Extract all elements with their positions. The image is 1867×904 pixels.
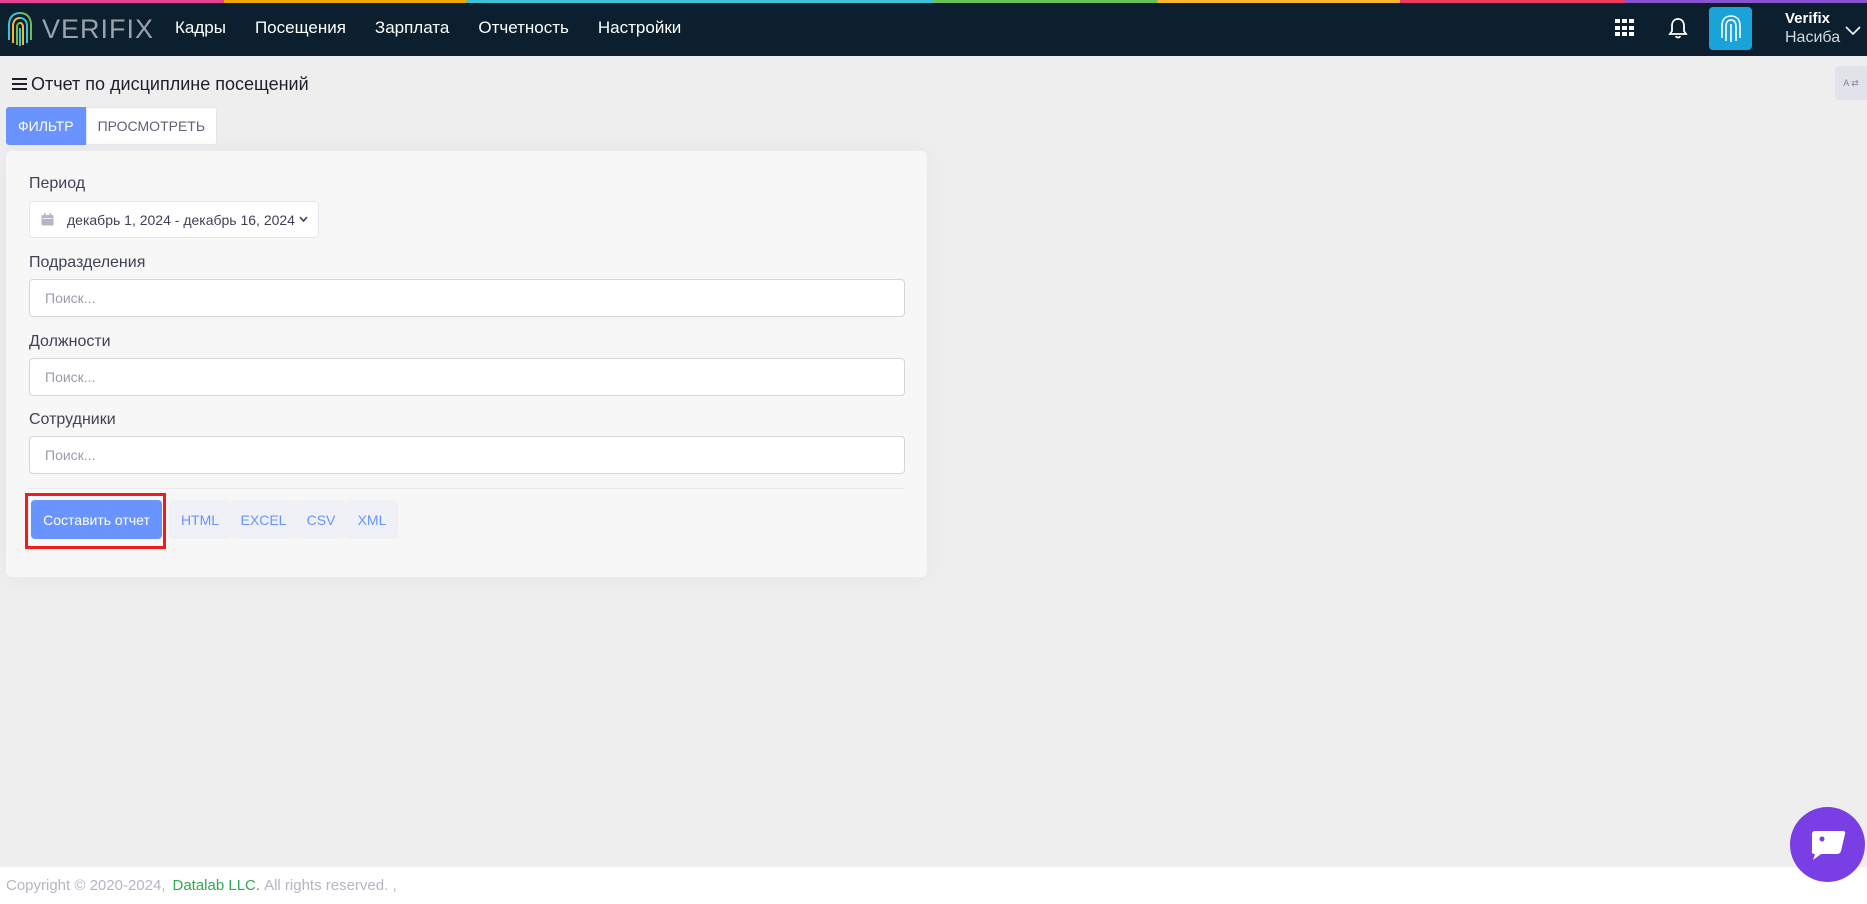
divisions-search-input[interactable] xyxy=(29,279,905,317)
footer: Copyright © 2020-2024, Datalab LLC. All … xyxy=(0,867,1867,904)
footer-copyright: Copyright © 2020-2024, xyxy=(6,877,166,894)
period-value: декабрь 1, 2024 - декабрь 16, 2024 xyxy=(67,211,295,228)
positions-search-input[interactable] xyxy=(29,358,905,396)
tab-filter[interactable]: ФИЛЬТР xyxy=(6,107,86,145)
user-company: Verifix xyxy=(1785,10,1831,27)
export-html-button[interactable]: HTML xyxy=(169,500,231,539)
fingerprint-logo-icon xyxy=(8,12,32,46)
top-navbar: VERIFIX Кадры Посещения Зарплата Отчетно… xyxy=(0,0,1867,56)
translate-tab[interactable]: A ⇄ xyxy=(1835,66,1867,100)
export-excel-button[interactable]: EXCEL xyxy=(231,500,296,539)
employees-search-input[interactable] xyxy=(29,436,905,474)
calendar-icon xyxy=(41,213,54,226)
nav-item-attendance[interactable]: Посещения xyxy=(255,18,346,38)
bell-icon[interactable] xyxy=(1668,17,1688,39)
footer-rights: All rights reserved. , xyxy=(264,877,397,894)
logo[interactable]: VERIFIX xyxy=(6,10,154,48)
main-nav: Кадры Посещения Зарплата Отчетность Наст… xyxy=(175,0,710,56)
user-menu[interactable]: Verifix Насиба xyxy=(1785,9,1840,48)
fingerprint-icon xyxy=(1720,14,1741,42)
user-name: Насиба xyxy=(1785,29,1841,46)
page-title: Отчет по дисциплине посещений xyxy=(31,73,309,94)
period-select[interactable]: декабрь 1, 2024 - декабрь 16, 2024 xyxy=(29,201,319,238)
menu-icon[interactable] xyxy=(12,78,27,90)
export-xml-button[interactable]: XML xyxy=(346,500,398,539)
chat-button[interactable] xyxy=(1790,807,1865,882)
nav-item-hr[interactable]: Кадры xyxy=(175,18,226,38)
apps-grid-icon[interactable] xyxy=(1615,19,1635,37)
chevron-down-icon xyxy=(299,216,308,223)
divisions-label: Подразделения xyxy=(29,254,146,271)
footer-company-link[interactable]: Datalab LLC. xyxy=(173,877,261,894)
nav-item-salary[interactable]: Зарплата xyxy=(375,18,449,38)
export-csv-button[interactable]: CSV xyxy=(296,500,346,539)
build-report-button[interactable]: Составить отчет xyxy=(31,500,162,539)
period-label: Период xyxy=(29,175,86,192)
logo-text: VERIFIX xyxy=(42,13,155,44)
nav-item-reports[interactable]: Отчетность xyxy=(478,18,569,38)
nav-item-settings[interactable]: Настройки xyxy=(598,18,681,38)
employees-label: Сотрудники xyxy=(29,411,116,428)
avatar[interactable] xyxy=(1709,7,1752,50)
chevron-down-icon[interactable] xyxy=(1845,26,1861,36)
tab-view[interactable]: ПРОСМОТРЕТЬ xyxy=(85,107,218,145)
chat-icon xyxy=(1811,830,1845,860)
page-header: Отчет по дисциплине посещений xyxy=(0,66,309,102)
view-tabs: ФИЛЬТР ПРОСМОТРЕТЬ xyxy=(6,107,218,145)
divider xyxy=(29,488,905,489)
filter-card: Период декабрь 1, 2024 - декабрь 16, 202… xyxy=(6,151,927,577)
positions-label: Должности xyxy=(29,333,111,350)
